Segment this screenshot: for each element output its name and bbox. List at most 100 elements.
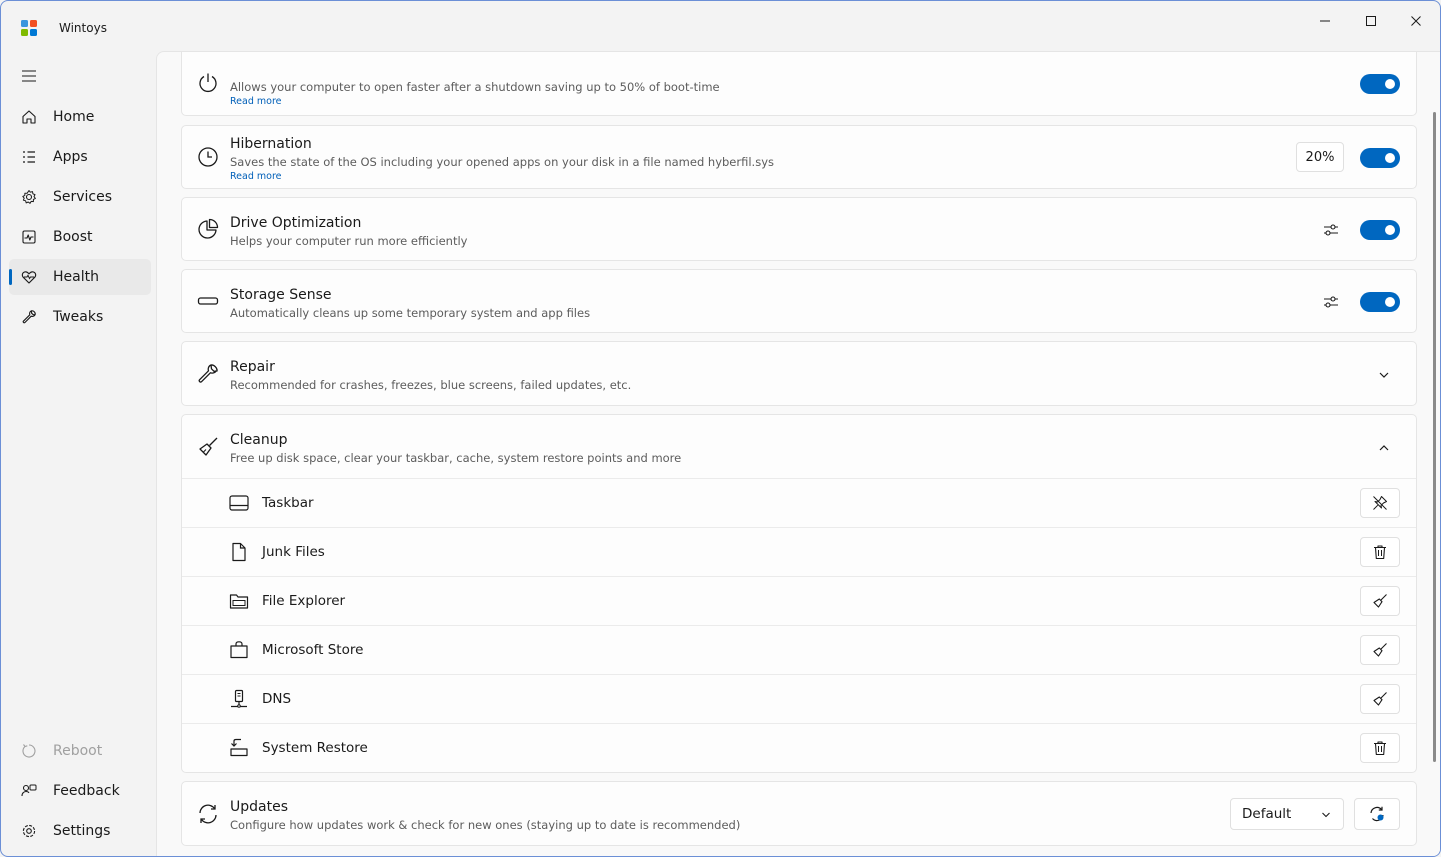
sidebar-item-label: Services (53, 189, 113, 205)
drive-icon (197, 297, 219, 305)
card-title: Hibernation (230, 136, 312, 152)
broom-icon (1373, 594, 1387, 608)
junk-files-delete-button[interactable] (1360, 537, 1400, 567)
sync-icon (199, 804, 217, 824)
card-storage-sense: Storage Sense Automatically cleans up so… (181, 269, 1417, 333)
sidebar-item-boost[interactable]: Boost (9, 219, 151, 255)
cleanup-row-label: Junk Files (262, 544, 325, 560)
card-cleanup: Cleanup Free up disk space, clear your t… (181, 414, 1417, 773)
card-title: Cleanup (230, 432, 288, 448)
card-description: Automatically cleans up some temporary s… (230, 306, 591, 320)
settings-gear-icon (22, 824, 36, 838)
maximize-icon (1366, 16, 1376, 26)
file-icon (232, 542, 246, 562)
card-hibernation: Hibernation Saves the state of the OS in… (181, 125, 1417, 189)
card-description: Allows your computer to open faster afte… (230, 80, 720, 94)
card-description: Configure how updates work & check for n… (230, 818, 741, 832)
clock-icon (198, 147, 218, 167)
cleanup-row-junk-files: Junk Files (182, 527, 1416, 575)
main-content[interactable]: Allows your computer to open faster afte… (156, 51, 1440, 856)
cleanup-row-microsoft-store: Microsoft Store (182, 625, 1416, 673)
feedback-icon (21, 784, 37, 797)
sidebar-item-label: Tweaks (53, 309, 104, 325)
sidebar-item-home[interactable]: Home (9, 99, 151, 135)
update-check-icon (1370, 806, 1384, 822)
unpin-icon (1373, 496, 1387, 510)
sidebar-item-label: Settings (53, 823, 111, 839)
storage-sense-toggle[interactable] (1360, 292, 1400, 312)
taskbar-icon (229, 495, 249, 511)
dns-clean-button[interactable] (1360, 684, 1400, 714)
card-description: Recommended for crashes, freezes, blue s… (230, 378, 632, 392)
sidebar-item-services[interactable]: Services (9, 179, 151, 215)
options-sliders-icon[interactable] (1322, 293, 1340, 311)
sidebar-item-health[interactable]: Health (9, 259, 151, 295)
card-fast-startup: Allows your computer to open faster afte… (181, 52, 1417, 116)
card-updates: Updates Configure how updates work & che… (181, 781, 1417, 846)
update-mode-dropdown[interactable]: Default (1230, 798, 1344, 830)
hamburger-icon (22, 70, 36, 82)
cleanup-row-label: DNS (262, 691, 292, 707)
cleanup-row-taskbar: Taskbar (182, 478, 1416, 526)
card-drive-optimization: Drive Optimization Helps your computer r… (181, 197, 1417, 261)
wrench-icon (22, 310, 36, 324)
wrench-icon (198, 364, 218, 383)
server-icon (231, 689, 247, 708)
cleanup-row-label: Taskbar (262, 495, 314, 511)
close-button[interactable] (1394, 7, 1438, 35)
options-sliders-icon[interactable] (1322, 221, 1340, 239)
cleanup-row-label: System Restore (262, 740, 368, 756)
read-more-link[interactable]: Read more (230, 96, 282, 107)
cleanup-row-label: Microsoft Store (262, 642, 364, 658)
minimize-button[interactable] (1303, 7, 1347, 35)
folder-icon (229, 594, 249, 609)
cleanup-row-label: File Explorer (262, 593, 346, 609)
card-description: Helps your computer run more efficiently (230, 234, 468, 248)
hibernation-size-input[interactable]: 20% (1296, 142, 1344, 172)
cleanup-row-system-restore: System Restore (182, 723, 1416, 771)
drive-optimization-toggle[interactable] (1360, 220, 1400, 240)
card-title: Repair (230, 359, 275, 375)
sidebar-item-label: Reboot (53, 743, 103, 759)
broom-icon (1373, 692, 1387, 706)
card-title: Updates (230, 799, 288, 815)
trash-icon (1374, 545, 1386, 560)
title-bar[interactable]: Wintoys (1, 1, 1440, 51)
cleanup-row-file-explorer: File Explorer (182, 576, 1416, 624)
read-more-link[interactable]: Read more (230, 171, 282, 182)
broom-icon (199, 437, 218, 456)
sidebar-item-reboot[interactable]: Reboot (9, 733, 151, 769)
store-bag-icon (230, 641, 248, 659)
chevron-up-icon[interactable] (1378, 442, 1390, 454)
sidebar-item-apps[interactable]: Apps (9, 139, 151, 175)
services-gear-icon (22, 190, 36, 204)
minimize-icon (1320, 20, 1330, 22)
vertical-scrollbar[interactable] (1433, 112, 1436, 762)
file-explorer-clean-button[interactable] (1360, 586, 1400, 616)
taskbar-unpin-button[interactable] (1360, 488, 1400, 518)
app-window: Wintoys Home Apps Services Boost Health … (0, 0, 1441, 857)
boost-icon (22, 230, 36, 244)
apps-list-icon (23, 151, 35, 163)
sidebar-item-label: Home (53, 109, 95, 125)
hibernation-toggle[interactable] (1360, 148, 1400, 168)
card-repair[interactable]: Repair Recommended for crashes, freezes,… (181, 341, 1417, 406)
menu-toggle-button[interactable] (17, 65, 41, 87)
check-updates-button[interactable] (1354, 798, 1400, 830)
wintoys-logo-icon (21, 20, 37, 36)
dropdown-selected-value: Default (1242, 806, 1292, 822)
sidebar-item-label: Boost (53, 229, 93, 245)
system-restore-delete-button[interactable] (1360, 733, 1400, 763)
sidebar-item-settings[interactable]: Settings (9, 813, 151, 849)
sidebar-item-tweaks[interactable]: Tweaks (9, 299, 151, 335)
chevron-down-icon[interactable] (1378, 369, 1390, 381)
microsoft-store-clean-button[interactable] (1360, 635, 1400, 665)
home-icon (22, 110, 36, 124)
card-description: Free up disk space, clear your taskbar, … (230, 451, 682, 465)
maximize-button[interactable] (1349, 7, 1393, 35)
restore-icon (230, 738, 248, 757)
fast-startup-toggle[interactable] (1360, 74, 1400, 94)
sidebar-nav: Home Apps Services Boost Health Tweaks R… (1, 51, 156, 856)
sidebar-item-feedback[interactable]: Feedback (9, 773, 151, 809)
card-title: Storage Sense (230, 287, 332, 303)
